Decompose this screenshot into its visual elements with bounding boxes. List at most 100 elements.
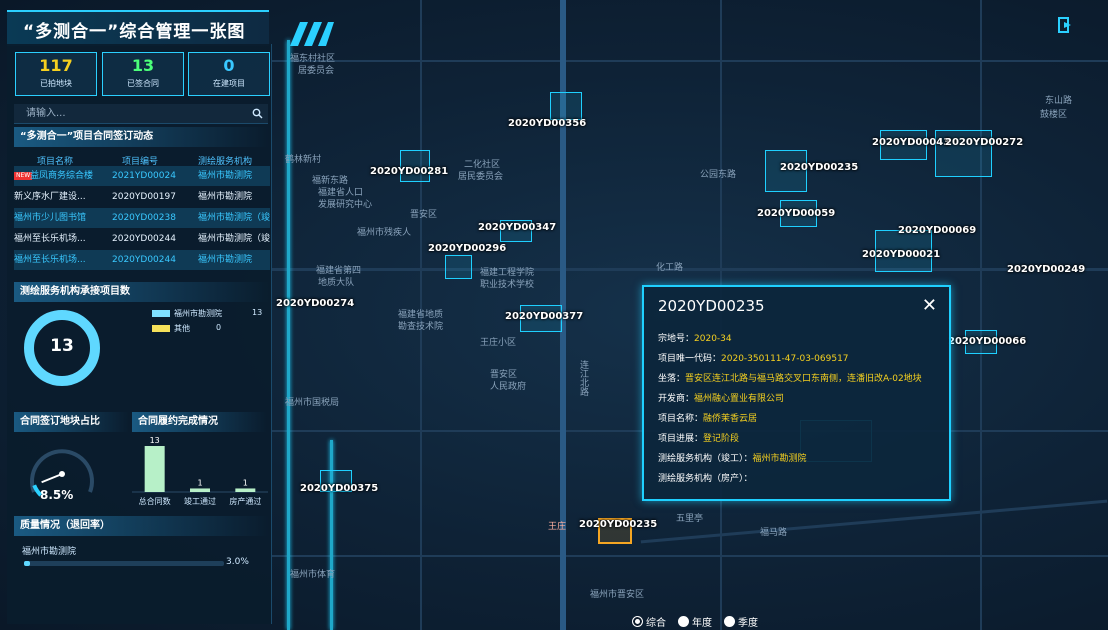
place-label: 福州市晋安区 (590, 590, 645, 600)
cell-code: 2020YD00244 (112, 234, 176, 244)
place-label: 公园东路 (700, 170, 737, 180)
map-road (980, 0, 982, 630)
cell-org: 福州市勘测院 (198, 255, 253, 265)
bar (144, 446, 165, 492)
popup-row: 宗地号：2020-34 (658, 334, 732, 344)
timeframe-radio-year[interactable] (678, 616, 689, 627)
table-row[interactable]: 新义序水厂建设... 2020YD00197 福州市勘测院 (14, 187, 270, 207)
plot-label[interactable]: 2020YD00059 (757, 208, 835, 219)
cell-code: 2020YD00244 (112, 255, 176, 265)
section-title-contracts: “多测合一”项目合同签订动态 (14, 127, 269, 147)
place-label: 晋安区 (490, 370, 518, 380)
popup-row: 测绘服务机构（房产）： (658, 474, 753, 484)
section-title-service-orgs: 测绘服务机构承接项目数 (14, 282, 269, 302)
bar-value-label: 1 (243, 478, 248, 487)
stat-box-land: 117 已拍地块 (15, 52, 97, 96)
bar (190, 488, 210, 492)
place-label: 发展研究中心 (318, 200, 373, 210)
plot-label[interactable]: 2020YD00272 (945, 137, 1023, 148)
cell-code: 2021YD00024 (112, 171, 176, 181)
contract-ratio-value: 8.5% (40, 488, 74, 502)
quality-org-name: 福州市勘测院 (22, 547, 77, 557)
plot-label[interactable]: 2020YD00375 (300, 483, 378, 494)
plot-label[interactable]: 2020YD00296 (428, 243, 506, 254)
place-label: 东山路 (1045, 96, 1073, 106)
category-label: 总合同数 (139, 496, 171, 506)
timeframe-radio-overall[interactable] (632, 616, 643, 627)
place-label: 化工路 (656, 263, 684, 273)
popup-row: 项目唯一代码：2020-350111-47-03-069517 (658, 354, 849, 364)
service-orgs-total: 13 (50, 336, 74, 356)
bar-value-label: 1 (197, 478, 202, 487)
bar (235, 488, 256, 492)
map-road (272, 555, 1108, 557)
map-river (287, 40, 290, 630)
place-label: 地质大队 (318, 278, 355, 288)
table-row[interactable]: 福州市少儿图书馆 2020YD00238 福州市勘测院（竣... (14, 208, 270, 228)
plot-label[interactable]: 2020YD00347 (478, 222, 556, 233)
timeframe-label[interactable]: 年度 (692, 614, 712, 629)
popup-row: 开发商：福州融心置业有限公司 (658, 394, 785, 404)
place-label: 福建工程学院 (480, 268, 535, 278)
plot-label[interactable]: 2020YD00021 (862, 249, 940, 260)
timeframe-label[interactable]: 季度 (738, 614, 758, 629)
place-label: 福州市体育 (290, 570, 336, 580)
close-icon[interactable]: ✕ (922, 295, 937, 316)
section-title-quality: 质量情况（退回率） (14, 516, 269, 536)
place-label: 福东村社区 (290, 54, 336, 64)
cell-org: 福州市勘测院（竣... (198, 213, 270, 223)
section-title-contract-ratio: 合同签订地块占比 (14, 412, 129, 432)
table-row[interactable]: 福州至长乐机场... 2020YD00244 福州市勘测院（竣... (14, 229, 270, 249)
plot-label[interactable]: 2020YD00235 (579, 519, 657, 530)
plot-label[interactable]: 2020YD00356 (508, 118, 586, 129)
popup-row: 测绘服务机构（竣工）：福州市勘测院 (658, 454, 807, 464)
place-label: 职业技术学校 (480, 280, 535, 290)
app-title-bar: “多测合一”综合管理一张图 (7, 10, 269, 46)
place-label: 福新东路 (312, 176, 349, 186)
cell-org: 福州市勘测院（竣... (198, 234, 270, 244)
cell-name: 福州市少儿图书馆 (14, 213, 87, 223)
plot-label[interactable]: 2020YD00066 (948, 336, 1026, 347)
place-label: 王庄小区 (480, 338, 517, 348)
quality-progress-fill (24, 561, 30, 566)
stat-label: 已拍地块 (40, 79, 72, 88)
place-label: 五里亭 (676, 514, 704, 524)
table-row[interactable]: 福州至长乐机场... 2020YD00244 福州市勘测院 (14, 250, 270, 270)
place-label: 福州市国税局 (285, 398, 340, 408)
table-row[interactable]: NEW 益凤商务综合楼 2021YD00024 福州市勘测院 (14, 166, 270, 186)
legend-label: 福州市勘测院 (174, 309, 222, 318)
plot-label[interactable]: 2020YD00274 (276, 298, 354, 309)
search-icon[interactable] (252, 108, 263, 119)
plot-label[interactable]: 2020YD00377 (505, 311, 583, 322)
plot-label[interactable]: 2020YD00069 (898, 225, 976, 236)
legend-swatch (152, 310, 170, 317)
land-plot[interactable] (550, 92, 582, 120)
decor-stripes-icon (290, 22, 334, 46)
land-plot[interactable] (445, 255, 472, 279)
stat-label: 已签合同 (127, 79, 159, 88)
plot-label[interactable]: 2020YD00235 (780, 162, 858, 173)
map-road (272, 60, 1108, 62)
legend-value: 0 (216, 323, 222, 332)
cell-name: 福州至长乐机场... (14, 255, 86, 265)
place-label: 福州市残疾人 (357, 228, 412, 238)
timeframe-radio-quarter[interactable] (724, 616, 735, 627)
place-label: 福建省人口 (318, 188, 364, 198)
popup-row: 坐落：晋安区连江北路与福马路交叉口东南侧，连潘旧改A-02地块 (658, 374, 922, 384)
plot-label[interactable]: 2020YD00043 (872, 137, 950, 148)
plot-label[interactable]: 2020YD00281 (370, 166, 448, 177)
timeframe-label[interactable]: 综合 (646, 614, 666, 629)
legend-swatch (152, 325, 170, 332)
search-input[interactable] (14, 104, 268, 124)
place-label: 鼓楼区 (1040, 110, 1068, 120)
place-label: 勘查技术院 (398, 322, 444, 332)
section-title-fulfillment: 合同履约完成情况 (132, 412, 267, 432)
cell-org: 福州市勘测院 (198, 171, 253, 181)
legend-value: 13 (252, 308, 263, 317)
plot-label[interactable]: 2020YD00249 (1007, 264, 1085, 275)
exit-icon[interactable] (1058, 17, 1072, 33)
map-river (330, 440, 333, 630)
stat-value: 13 (131, 56, 155, 75)
place-label: 人民政府 (490, 382, 527, 392)
place-label: 二化社区 (464, 160, 501, 170)
